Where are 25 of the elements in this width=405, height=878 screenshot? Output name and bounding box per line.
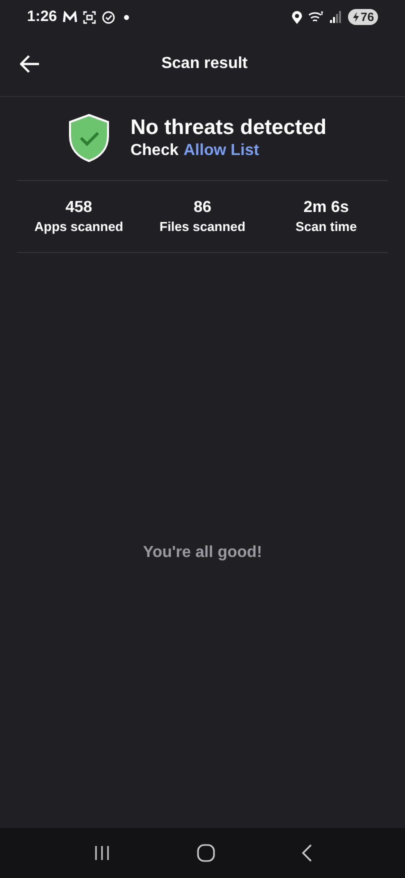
stat-label: Apps scanned <box>34 218 124 236</box>
dot-icon <box>124 14 130 20</box>
stat-value: 458 <box>65 198 92 218</box>
allow-list-link[interactable]: Allow List <box>184 141 260 161</box>
screenshot-icon <box>83 10 96 24</box>
check-circle-icon <box>102 10 116 24</box>
page-title: Scan result <box>160 54 249 74</box>
stat-value: 2m 6s <box>303 198 349 218</box>
status-message: You're all good! <box>142 542 262 562</box>
battery-indicator: 76 <box>348 9 378 25</box>
m-logo-icon <box>63 11 78 23</box>
stat-label: Files scanned <box>160 218 246 236</box>
status-time: 1:26 <box>27 6 58 27</box>
stat-label: Scan time <box>295 218 357 236</box>
home-icon <box>196 844 214 862</box>
result-title: No threats detected <box>130 115 327 141</box>
stat-value: 86 <box>194 198 212 218</box>
wifi-icon <box>308 11 324 23</box>
back-arrow-icon <box>20 55 40 73</box>
back-chevron-icon <box>302 844 312 862</box>
location-icon <box>292 10 302 24</box>
recent-apps-icon <box>94 845 110 861</box>
signal-icon <box>330 11 342 23</box>
shield-check-icon <box>68 114 110 162</box>
result-subtitle: Check <box>130 141 178 161</box>
